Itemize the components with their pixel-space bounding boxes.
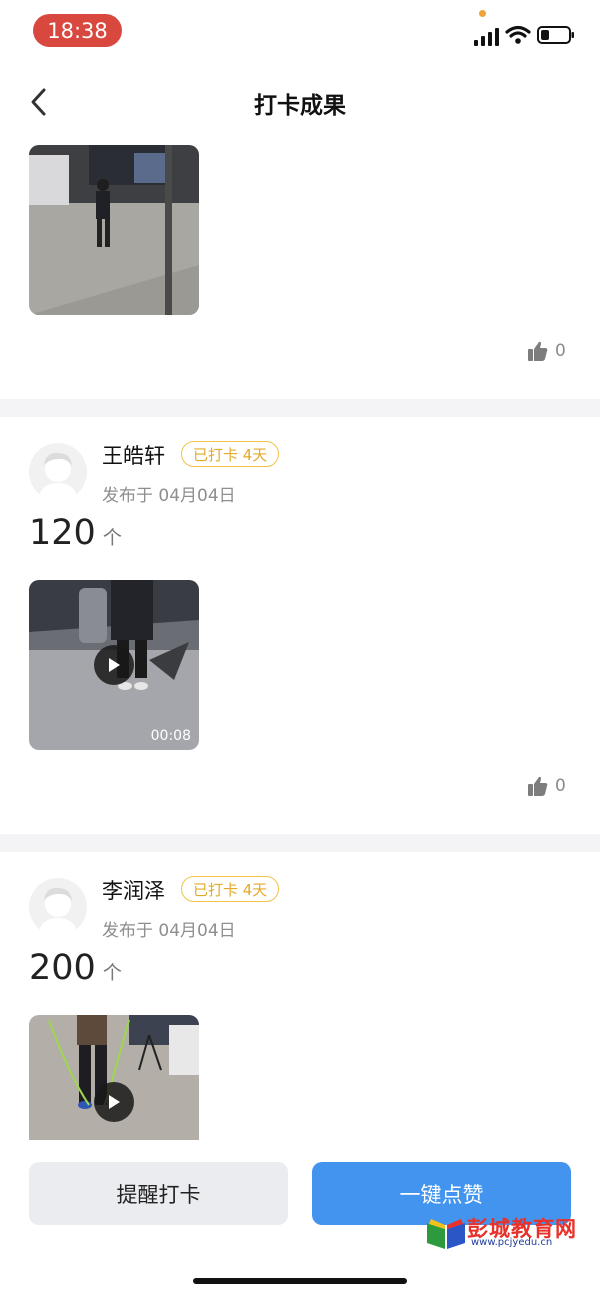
page-title: 打卡成果	[254, 93, 346, 119]
avatar[interactable]	[29, 878, 87, 936]
checkin-days-badge: 已打卡 4天	[181, 441, 280, 467]
photo-thumbnail	[29, 145, 199, 315]
like-count: 0	[555, 341, 566, 361]
wifi-icon	[505, 25, 531, 44]
like-button[interactable]: 0	[527, 775, 566, 797]
avatar[interactable]	[29, 443, 87, 501]
play-button[interactable]	[94, 1082, 134, 1122]
like-button[interactable]: 0	[527, 340, 566, 362]
site-watermark: 彭城教育网 www.pcjyedu.cn	[425, 1213, 595, 1253]
count-unit: 个	[102, 527, 122, 549]
publish-date: 发布于 04月04日	[102, 921, 236, 941]
watermark-url: www.pcjyedu.cn	[471, 1237, 553, 1248]
video-duration: 00:08	[150, 728, 191, 744]
publish-date: 发布于 04月04日	[102, 486, 236, 506]
play-button[interactable]	[94, 645, 134, 685]
play-icon	[109, 1095, 120, 1109]
status-time: 18:38	[33, 14, 122, 47]
status-bar: 18:38	[0, 0, 600, 62]
like-count: 0	[555, 776, 566, 796]
default-avatar-icon	[38, 887, 78, 936]
battery-icon	[537, 26, 574, 44]
post-video[interactable]	[29, 1015, 199, 1140]
section-divider	[0, 399, 600, 417]
book-logo-icon	[427, 1219, 465, 1249]
thumbs-up-icon	[528, 776, 548, 796]
post-photo[interactable]	[29, 145, 199, 315]
count-value: 120	[29, 513, 96, 553]
user-name: 李润泽	[102, 879, 165, 903]
rope-count: 120 个	[29, 513, 122, 553]
default-avatar-icon	[38, 452, 78, 501]
post-video[interactable]: 00:08	[29, 580, 199, 750]
cellular-signal-icon	[474, 28, 499, 46]
section-divider	[0, 834, 600, 852]
remind-checkin-button[interactable]: 提醒打卡	[29, 1162, 288, 1225]
count-unit: 个	[102, 962, 122, 984]
count-value: 200	[29, 948, 96, 988]
home-indicator[interactable]	[193, 1278, 407, 1284]
nav-bar: 打卡成果	[0, 62, 600, 142]
checkin-days-badge: 已打卡 4天	[181, 876, 280, 902]
play-icon	[109, 658, 120, 672]
user-name: 王皓轩	[102, 444, 165, 468]
privacy-indicator-dot	[479, 10, 486, 17]
thumbs-up-icon	[528, 341, 548, 361]
rope-count: 200 个	[29, 948, 122, 988]
